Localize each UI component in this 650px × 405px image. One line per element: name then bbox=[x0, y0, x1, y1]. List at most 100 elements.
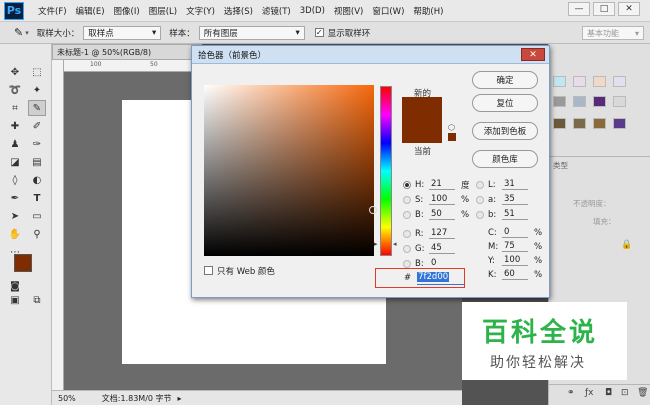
menu-window[interactable]: 窗口(W) bbox=[372, 5, 404, 17]
lab-b-field[interactable]: b: 51 bbox=[476, 208, 528, 221]
screen-mode-icon[interactable]: ▣ bbox=[6, 292, 24, 308]
magic-wand-icon[interactable]: ✦ bbox=[28, 82, 46, 98]
fx-icon[interactable]: ƒx bbox=[585, 388, 594, 398]
zoom-tool-icon[interactable]: ⚲ bbox=[28, 226, 46, 242]
menu-edit[interactable]: 编辑(E) bbox=[76, 5, 105, 17]
lab-a-field[interactable]: a: 35 bbox=[476, 193, 528, 206]
lab-l-value[interactable]: 31 bbox=[502, 179, 528, 190]
menu-filter[interactable]: 滤镜(T) bbox=[262, 5, 291, 17]
stamp-tool-icon[interactable]: ♟ bbox=[6, 136, 24, 152]
web-only-option[interactable]: 只有 Web 颜色 bbox=[204, 264, 275, 277]
menu-help[interactable]: 帮助(H) bbox=[413, 5, 443, 17]
hue-radio[interactable] bbox=[403, 180, 411, 189]
lab-l-radio[interactable] bbox=[476, 180, 484, 189]
marquee-tool-icon[interactable]: ⬚ bbox=[28, 64, 46, 80]
web-safe-swatch[interactable] bbox=[448, 133, 456, 141]
dialog-close-button[interactable]: ✕ bbox=[521, 48, 545, 61]
hue-value[interactable]: 21 bbox=[429, 179, 455, 190]
reset-button[interactable]: 复位 bbox=[472, 94, 538, 112]
hex-input[interactable]: 7f2d00 bbox=[417, 271, 464, 285]
menu-image[interactable]: 图像(I) bbox=[114, 5, 140, 17]
rectangle-tool-icon[interactable]: ▭ bbox=[28, 208, 46, 224]
hex-field[interactable]: # 7f2d00 bbox=[375, 268, 465, 288]
color-field[interactable] bbox=[204, 85, 377, 256]
zoom-level[interactable]: 50% bbox=[58, 394, 76, 403]
hand-tool-icon[interactable]: ✋ bbox=[6, 226, 24, 242]
hue-slider-left-arrow-icon[interactable]: ▸ bbox=[374, 240, 378, 248]
green-value[interactable]: 45 bbox=[429, 243, 455, 254]
link-layers-icon[interactable]: ⚭ bbox=[567, 388, 575, 398]
color-field-cursor[interactable] bbox=[369, 206, 377, 214]
eraser-tool-icon[interactable]: ◪ bbox=[6, 154, 24, 170]
yellow-field[interactable]: Y: 100 % bbox=[488, 254, 544, 267]
eyedropper-tool-icon[interactable]: ✎ bbox=[28, 100, 46, 116]
healing-tool-icon[interactable]: ✚ bbox=[6, 118, 24, 134]
style-swatch[interactable] bbox=[573, 76, 586, 87]
color-libraries-button[interactable]: 颜色库 bbox=[472, 150, 538, 168]
style-swatch[interactable] bbox=[613, 96, 626, 107]
brightness-radio[interactable] bbox=[403, 210, 411, 219]
green-radio[interactable] bbox=[403, 244, 411, 253]
lab-b-value[interactable]: 51 bbox=[502, 209, 528, 220]
path-select-icon[interactable]: ➤ bbox=[6, 208, 24, 224]
show-ring-checkbox[interactable]: ✓ bbox=[314, 28, 324, 37]
black-value[interactable]: 60 bbox=[502, 269, 528, 280]
workspace-select[interactable]: 基本功能 ▾ bbox=[582, 26, 644, 40]
style-swatch[interactable] bbox=[553, 76, 566, 87]
foreground-color-swatch[interactable] bbox=[14, 254, 32, 272]
lab-a-value[interactable]: 35 bbox=[502, 194, 528, 205]
move-tool-icon[interactable]: ✥ bbox=[6, 64, 24, 80]
magenta-field[interactable]: M: 75 % bbox=[488, 240, 544, 253]
dodge-tool-icon[interactable]: ◐ bbox=[28, 172, 46, 188]
menu-view[interactable]: 视图(V) bbox=[334, 5, 363, 17]
current-color-swatch[interactable] bbox=[402, 120, 442, 143]
style-swatch[interactable] bbox=[553, 118, 566, 129]
style-swatch[interactable] bbox=[613, 118, 626, 129]
red-value[interactable]: 127 bbox=[429, 228, 455, 239]
pen-tool-icon[interactable]: ✒ bbox=[6, 190, 24, 206]
type-tool-icon[interactable]: T bbox=[28, 190, 46, 206]
menu-type[interactable]: 文字(Y) bbox=[186, 5, 215, 17]
arrange-icon[interactable]: ⧉ bbox=[28, 292, 46, 308]
close-button[interactable]: ✕ bbox=[618, 2, 640, 16]
sample-select[interactable]: 所有图层 ▾ bbox=[198, 25, 305, 40]
style-swatch[interactable] bbox=[593, 96, 606, 107]
hue-slider[interactable] bbox=[380, 86, 392, 256]
black-field[interactable]: K: 60 % bbox=[488, 268, 544, 281]
menu-select[interactable]: 选择(S) bbox=[224, 5, 253, 17]
hue-slider-right-arrow-icon[interactable]: ◂ bbox=[393, 240, 397, 248]
saturation-radio[interactable] bbox=[403, 195, 411, 204]
document-tab[interactable]: 未标题-1 @ 50%(RGB/8) bbox=[52, 44, 202, 60]
cyan-field[interactable]: C: 0 % bbox=[488, 226, 544, 239]
blue-radio[interactable] bbox=[403, 259, 411, 268]
mask-icon[interactable]: ◘ bbox=[605, 388, 612, 398]
red-radio[interactable] bbox=[403, 229, 411, 238]
brightness-value[interactable]: 50 bbox=[429, 209, 455, 220]
sample-size-select[interactable]: 取样点 ▾ bbox=[83, 25, 162, 40]
green-field[interactable]: G: 45 bbox=[403, 242, 455, 255]
minimize-button[interactable]: — bbox=[568, 2, 590, 16]
brightness-field[interactable]: B: 50 % bbox=[403, 208, 471, 221]
add-to-swatches-button[interactable]: 添加到色板 bbox=[472, 122, 538, 140]
maximize-button[interactable]: □ bbox=[593, 2, 615, 16]
lab-b-radio[interactable] bbox=[476, 210, 484, 219]
cyan-value[interactable]: 0 bbox=[502, 227, 528, 238]
yellow-value[interactable]: 100 bbox=[502, 255, 528, 266]
ok-button[interactable]: 确定 bbox=[472, 71, 538, 89]
gradient-tool-icon[interactable]: ▤ bbox=[28, 154, 46, 170]
chevron-down-icon[interactable]: ▾ bbox=[25, 29, 29, 37]
lab-a-radio[interactable] bbox=[476, 195, 484, 204]
menu-layer[interactable]: 图层(L) bbox=[149, 5, 177, 17]
lasso-tool-icon[interactable]: ➰ bbox=[6, 82, 24, 98]
saturation-field[interactable]: S: 100 % bbox=[403, 193, 471, 206]
brush-tool-icon[interactable]: ✐ bbox=[28, 118, 46, 134]
saturation-value[interactable]: 100 bbox=[429, 194, 455, 205]
hex-value[interactable]: 7f2d00 bbox=[417, 271, 450, 282]
style-swatch[interactable] bbox=[593, 76, 606, 87]
menu-3d[interactable]: 3D(D) bbox=[300, 6, 325, 16]
lab-l-field[interactable]: L: 31 bbox=[476, 178, 528, 191]
eyedropper-icon[interactable]: ✎ bbox=[14, 26, 23, 39]
style-swatch[interactable] bbox=[593, 118, 606, 129]
trash-icon[interactable]: 🗑 bbox=[637, 388, 648, 398]
red-field[interactable]: R: 127 bbox=[403, 227, 455, 240]
